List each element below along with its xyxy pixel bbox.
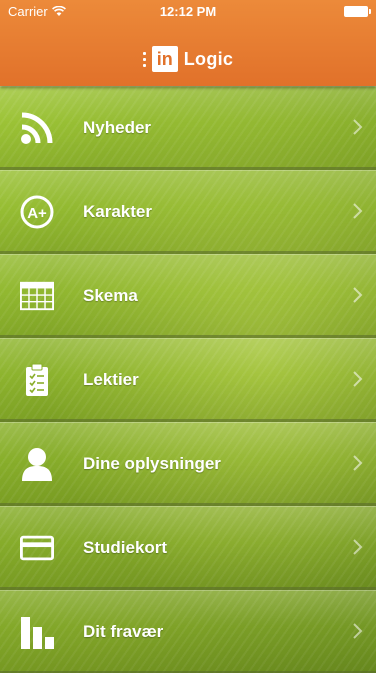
menu-item-studiekort[interactable]: Studiekort (0, 506, 376, 590)
chevron-right-icon (353, 539, 363, 555)
chevron-right-icon (353, 623, 363, 639)
menu-item-label: Skema (83, 286, 138, 305)
status-time: 12:12 PM (159, 4, 217, 19)
svg-text:A+: A+ (27, 205, 47, 222)
menu-item-label: Studiekort (83, 538, 168, 557)
menu-item-label: Lektier (83, 370, 139, 389)
chevron-right-icon (353, 455, 363, 471)
chevron-right-icon (353, 119, 363, 135)
menu-item-label: Nyheder (83, 118, 152, 137)
battery-icon (344, 6, 371, 17)
app-header: Carrier 12:12 PM in Logic (0, 0, 376, 86)
chevron-right-icon (353, 371, 363, 387)
main-menu: Nyheder A+ Karakter Skema Lektier Dine o… (0, 86, 376, 673)
grade-icon: A+ (20, 195, 54, 229)
menu-item-nyheder[interactable]: Nyheder (0, 86, 376, 170)
status-bar: Carrier 12:12 PM (0, 0, 376, 22)
chevron-right-icon (353, 287, 363, 303)
menu-item-dine-oplysninger[interactable]: Dine oplysninger (0, 422, 376, 506)
logo-word: Logic (183, 48, 234, 69)
card-icon (20, 531, 54, 565)
logo-dots (142, 51, 146, 67)
menu-item-label: Dit fravær (83, 622, 164, 641)
clipboard-icon (20, 363, 54, 397)
menu-item-dit-fravaer[interactable]: Dit fravær (0, 590, 376, 673)
menu-item-label: Karakter (83, 202, 152, 221)
menu-item-lektier[interactable]: Lektier (0, 338, 376, 422)
logo-in-box: in (151, 46, 178, 72)
user-icon (20, 447, 54, 481)
menu-item-karakter[interactable]: A+ Karakter (0, 170, 376, 254)
menu-item-label: Dine oplysninger (83, 454, 221, 473)
app-logo: in Logic (0, 43, 376, 75)
schedule-grid-icon (20, 279, 54, 313)
menu-item-skema[interactable]: Skema (0, 254, 376, 338)
rss-icon (20, 111, 54, 145)
chevron-right-icon (353, 203, 363, 219)
bar-chart-icon (20, 615, 54, 649)
